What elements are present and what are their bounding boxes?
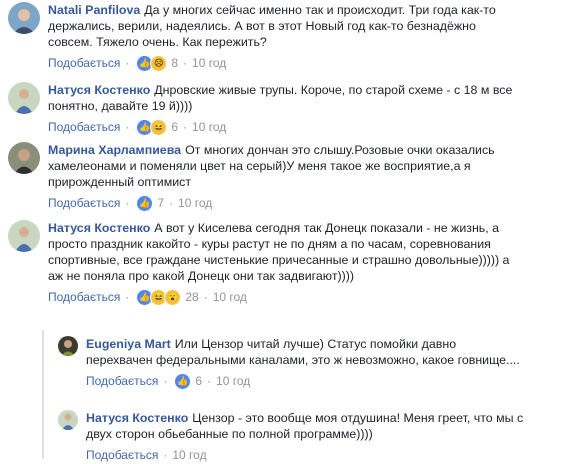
sad-icon: ☹ [150,54,168,72]
reply: Натуся Костенко Цензор - это вообще моя о… [58,410,526,464]
like-button[interactable]: Подобається [86,448,158,462]
reactions[interactable]: 👍 [136,194,154,212]
reaction-count[interactable]: 7 [157,196,164,210]
comment-author[interactable]: Натуся Костенко [48,221,150,235]
reaction-count[interactable]: 6 [195,374,202,388]
comment-meta: Подобається · 👍 ☹ 8 · 10 год [48,54,227,72]
like-button[interactable]: Подобається [48,56,120,70]
comment-text: Натуся Костенко Цензор - это вообще моя о… [86,411,524,441]
avatar[interactable] [8,220,40,252]
comment-meta: Подобається · 👍 😆 😮 28 · 10 год [48,288,247,306]
timestamp[interactable]: 10 год [172,448,206,462]
comment-author[interactable]: Натуся Костенко [48,83,150,97]
comment-author[interactable]: Марина Харлампиева [48,143,181,157]
comment-text: Марина Харлампиева От многих дончан это с… [48,143,495,189]
comment: Натуся Костенко А вот у Киселева сегодня … [8,220,518,306]
avatar[interactable] [58,336,78,356]
reactions[interactable]: 👍 😆 [136,118,168,136]
avatar[interactable] [8,2,40,34]
reaction-count[interactable]: 28 [185,290,198,304]
comment-author[interactable]: Натуся Костенко [86,411,188,425]
timestamp[interactable]: 10 год [192,56,226,70]
wow-icon: 😮 [164,288,182,306]
timestamp[interactable]: 10 год [213,290,247,304]
reactions[interactable]: 👍 😆 😮 [136,288,182,306]
haha-icon: 😆 [150,118,168,136]
like-button[interactable]: Подобається [48,290,120,304]
like-button[interactable]: Подобається [86,374,158,388]
reactions[interactable]: 👍 ☹ [136,54,168,72]
comment-meta: Подобається · 👍 😆 6 · 10 год [48,118,227,136]
comment-author[interactable]: Eugeniya Mart [86,337,171,351]
comment-meta: Подобається · 10 год [86,448,207,462]
comment-text: Натуся Костенко Днровские живые трупы. Ко… [48,83,513,113]
comment-text: Натуся Костенко А вот у Киселева сегодня … [48,221,510,283]
reactions[interactable]: 👍 [174,372,192,390]
reply: Eugeniya Mart Или Цензор читай лучше) Ста… [58,336,526,390]
like-icon: 👍 [136,194,154,212]
timestamp[interactable]: 10 год [192,120,226,134]
like-button[interactable]: Подобається [48,120,120,134]
avatar[interactable] [8,142,40,174]
comment-author[interactable]: Natali Panfilova [48,3,140,17]
comment-text: Natali Panfilova Да у многих сейчас именн… [48,3,496,49]
avatar[interactable] [8,82,40,114]
timestamp[interactable]: 10 год [216,374,250,388]
comment: Natali Panfilova Да у многих сейчас именн… [8,2,518,72]
comment-text: Eugeniya Mart Или Цензор читай лучше) Ста… [86,337,520,367]
reaction-count[interactable]: 8 [171,56,178,70]
reply-thread-line [42,330,44,459]
comment: Натуся Костенко Днровские живые трупы. Ко… [8,82,518,136]
comment: Марина Харлампиева От многих дончан это с… [8,142,518,212]
reaction-count[interactable]: 6 [171,120,178,134]
comment-meta: Подобається · 👍 6 · 10 год [86,372,251,390]
timestamp[interactable]: 10 год [178,196,212,210]
avatar[interactable] [58,410,78,430]
like-icon: 👍 [174,372,192,390]
like-button[interactable]: Подобається [48,196,120,210]
comment-meta: Подобається · 👍 7 · 10 год [48,194,213,212]
